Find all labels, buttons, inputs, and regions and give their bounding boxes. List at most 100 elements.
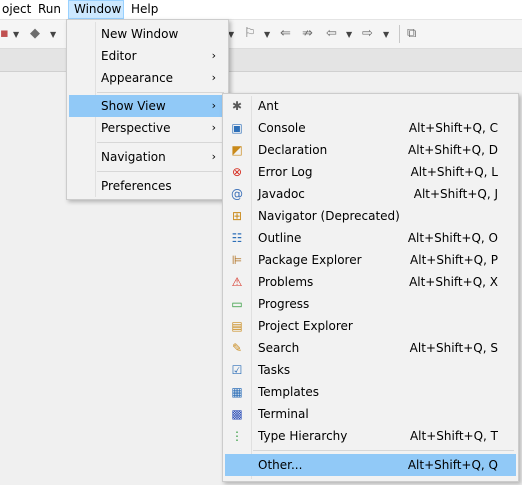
navigator-icon: ⊞ (231, 209, 243, 223)
submenu-item-label: Outline (258, 231, 302, 245)
annotation-icon[interactable]: ⚐ (244, 26, 256, 42)
submenu-item-label: Type Hierarchy (258, 429, 348, 443)
menu-item-label: Preferences (101, 179, 172, 193)
menu-item-label: Appearance (101, 71, 174, 85)
console-icon: ▣ (231, 121, 243, 135)
submenu-item-label: Terminal (258, 407, 309, 421)
submenu-item-label: Problems (258, 275, 314, 289)
tasks-icon: ☑ (231, 363, 243, 377)
menu-item-show-view[interactable]: Show View › (69, 95, 226, 117)
chevron-down-icon[interactable]: ▼ (264, 27, 270, 43)
submenu-item-declaration[interactable]: ◩ Declaration Alt+Shift+Q, D (225, 139, 516, 161)
shortcut-text: Alt+Shift+Q, P (410, 253, 498, 267)
menu-item-label: Editor (101, 49, 137, 63)
chevron-right-icon: › (211, 99, 216, 112)
menu-project[interactable]: oject (0, 0, 36, 19)
menu-item-label: Navigation (101, 150, 166, 164)
submenu-item-label: Project Explorer (258, 319, 353, 333)
submenu-item-outline[interactable]: ☷ Outline Alt+Shift+Q, O (225, 227, 516, 249)
chevron-down-icon[interactable]: ▼ (50, 27, 56, 43)
menu-run[interactable]: Run (33, 0, 66, 19)
menu-item-preferences[interactable]: Preferences (69, 175, 226, 197)
menu-item-appearance[interactable]: Appearance › (69, 67, 226, 89)
toolbar-tool-icon[interactable]: ◆ (30, 26, 40, 42)
templates-icon: ▦ (231, 385, 243, 399)
submenu-item-label: Progress (258, 297, 310, 311)
chevron-down-icon[interactable]: ▼ (383, 27, 389, 43)
menu-separator (253, 450, 514, 451)
submenu-item-problems[interactable]: ⚠ Problems Alt+Shift+Q, X (225, 271, 516, 293)
menu-item-editor[interactable]: Editor › (69, 45, 226, 67)
submenu-item-type-hierarchy[interactable]: ⋮ Type Hierarchy Alt+Shift+Q, T (225, 425, 516, 447)
submenu-item-javadoc[interactable]: @ Javadoc Alt+Shift+Q, J (225, 183, 516, 205)
menu-separator (97, 142, 224, 143)
javadoc-icon: @ (231, 187, 243, 201)
shortcut-text: Alt+Shift+Q, S (409, 341, 498, 355)
ant-icon: ✱ (231, 99, 243, 113)
shortcut-text: Alt+Shift+Q, O (407, 231, 498, 245)
back-icon[interactable]: ⇦ (326, 26, 337, 42)
submenu-item-ant[interactable]: ✱ Ant (225, 95, 516, 117)
submenu-item-label: Declaration (258, 143, 328, 157)
submenu-item-package-explorer[interactable]: ⊫ Package Explorer Alt+Shift+Q, P (225, 249, 516, 271)
submenu-item-label: Templates (258, 385, 320, 399)
forward-icon[interactable]: ⇨ (362, 26, 373, 42)
submenu-item-navigator-deprecated[interactable]: ⊞ Navigator (Deprecated) (225, 205, 516, 227)
submenu-item-label: Javadoc (258, 187, 305, 201)
chevron-down-icon[interactable]: ▼ (13, 27, 19, 43)
submenu-item-templates[interactable]: ▦ Templates (225, 381, 516, 403)
chevron-right-icon: › (211, 150, 216, 163)
chevron-right-icon: › (211, 49, 216, 62)
pin-editor-icon[interactable]: ⧉ (407, 26, 416, 42)
menu-item-perspective[interactable]: Perspective › (69, 117, 226, 139)
menu-separator (97, 171, 224, 172)
menubar: oject Run Window Help (0, 0, 522, 20)
shortcut-text: Alt+Shift+Q, Q (407, 458, 498, 472)
shortcut-text: Alt+Shift+Q, C (408, 121, 498, 135)
menu-help[interactable]: Help (126, 0, 163, 19)
submenu-item-label: Console (258, 121, 306, 135)
submenu-item-label: Package Explorer (258, 253, 362, 267)
menu-item-label: Show View (101, 99, 166, 113)
submenu-item-label: Error Log (258, 165, 313, 179)
submenu-item-search[interactable]: ✎ Search Alt+Shift+Q, S (225, 337, 516, 359)
submenu-item-tasks[interactable]: ☑ Tasks (225, 359, 516, 381)
shortcut-text: Alt+Shift+Q, J (413, 187, 498, 201)
declaration-icon: ◩ (231, 143, 243, 157)
submenu-item-error-log[interactable]: ⊗ Error Log Alt+Shift+Q, L (225, 161, 516, 183)
type-hierarchy-icon: ⋮ (231, 429, 243, 443)
problems-icon: ⚠ (231, 275, 243, 289)
submenu-item-console[interactable]: ▣ Console Alt+Shift+Q, C (225, 117, 516, 139)
toolbar-partial-icon[interactable]: ▪ (0, 26, 9, 42)
show-view-submenu: ✱ Ant ▣ Console Alt+Shift+Q, C ◩ Declaration Al… (222, 93, 519, 482)
submenu-item-other[interactable]: Other... Alt+Shift+Q, Q (225, 454, 516, 476)
window-menu: New Window Editor › Appearance › Show Vi… (66, 19, 229, 200)
next-edit-icon[interactable]: ⇏ (302, 26, 313, 42)
menu-item-label: Perspective (101, 121, 171, 135)
shortcut-text: Alt+Shift+Q, X (409, 275, 498, 289)
shortcut-text: Alt+Shift+Q, L (410, 165, 498, 179)
menu-item-label: New Window (101, 27, 179, 41)
menu-item-new-window[interactable]: New Window (69, 23, 226, 45)
menu-window[interactable]: Window (68, 0, 124, 19)
chevron-down-icon[interactable]: ▼ (346, 27, 352, 43)
submenu-item-progress[interactable]: ▭ Progress (225, 293, 516, 315)
chevron-right-icon: › (211, 71, 216, 84)
submenu-item-label: Ant (258, 99, 279, 113)
progress-icon: ▭ (231, 297, 243, 311)
error-log-icon: ⊗ (231, 165, 243, 179)
submenu-item-label: Other... (258, 458, 303, 472)
project-explorer-icon: ▤ (231, 319, 243, 333)
search-icon: ✎ (231, 341, 243, 355)
menu-separator (97, 92, 224, 93)
submenu-item-project-explorer[interactable]: ▤ Project Explorer (225, 315, 516, 337)
last-edit-icon[interactable]: ⇐ (280, 26, 291, 42)
submenu-item-label: Tasks (258, 363, 291, 377)
chevron-right-icon: › (211, 121, 216, 134)
outline-icon: ☷ (231, 231, 243, 245)
shortcut-text: Alt+Shift+Q, D (408, 143, 498, 157)
package-explorer-icon: ⊫ (231, 253, 243, 267)
submenu-item-label: Search (258, 341, 300, 355)
menu-item-navigation[interactable]: Navigation › (69, 146, 226, 168)
submenu-item-terminal[interactable]: ▩ Terminal (225, 403, 516, 425)
